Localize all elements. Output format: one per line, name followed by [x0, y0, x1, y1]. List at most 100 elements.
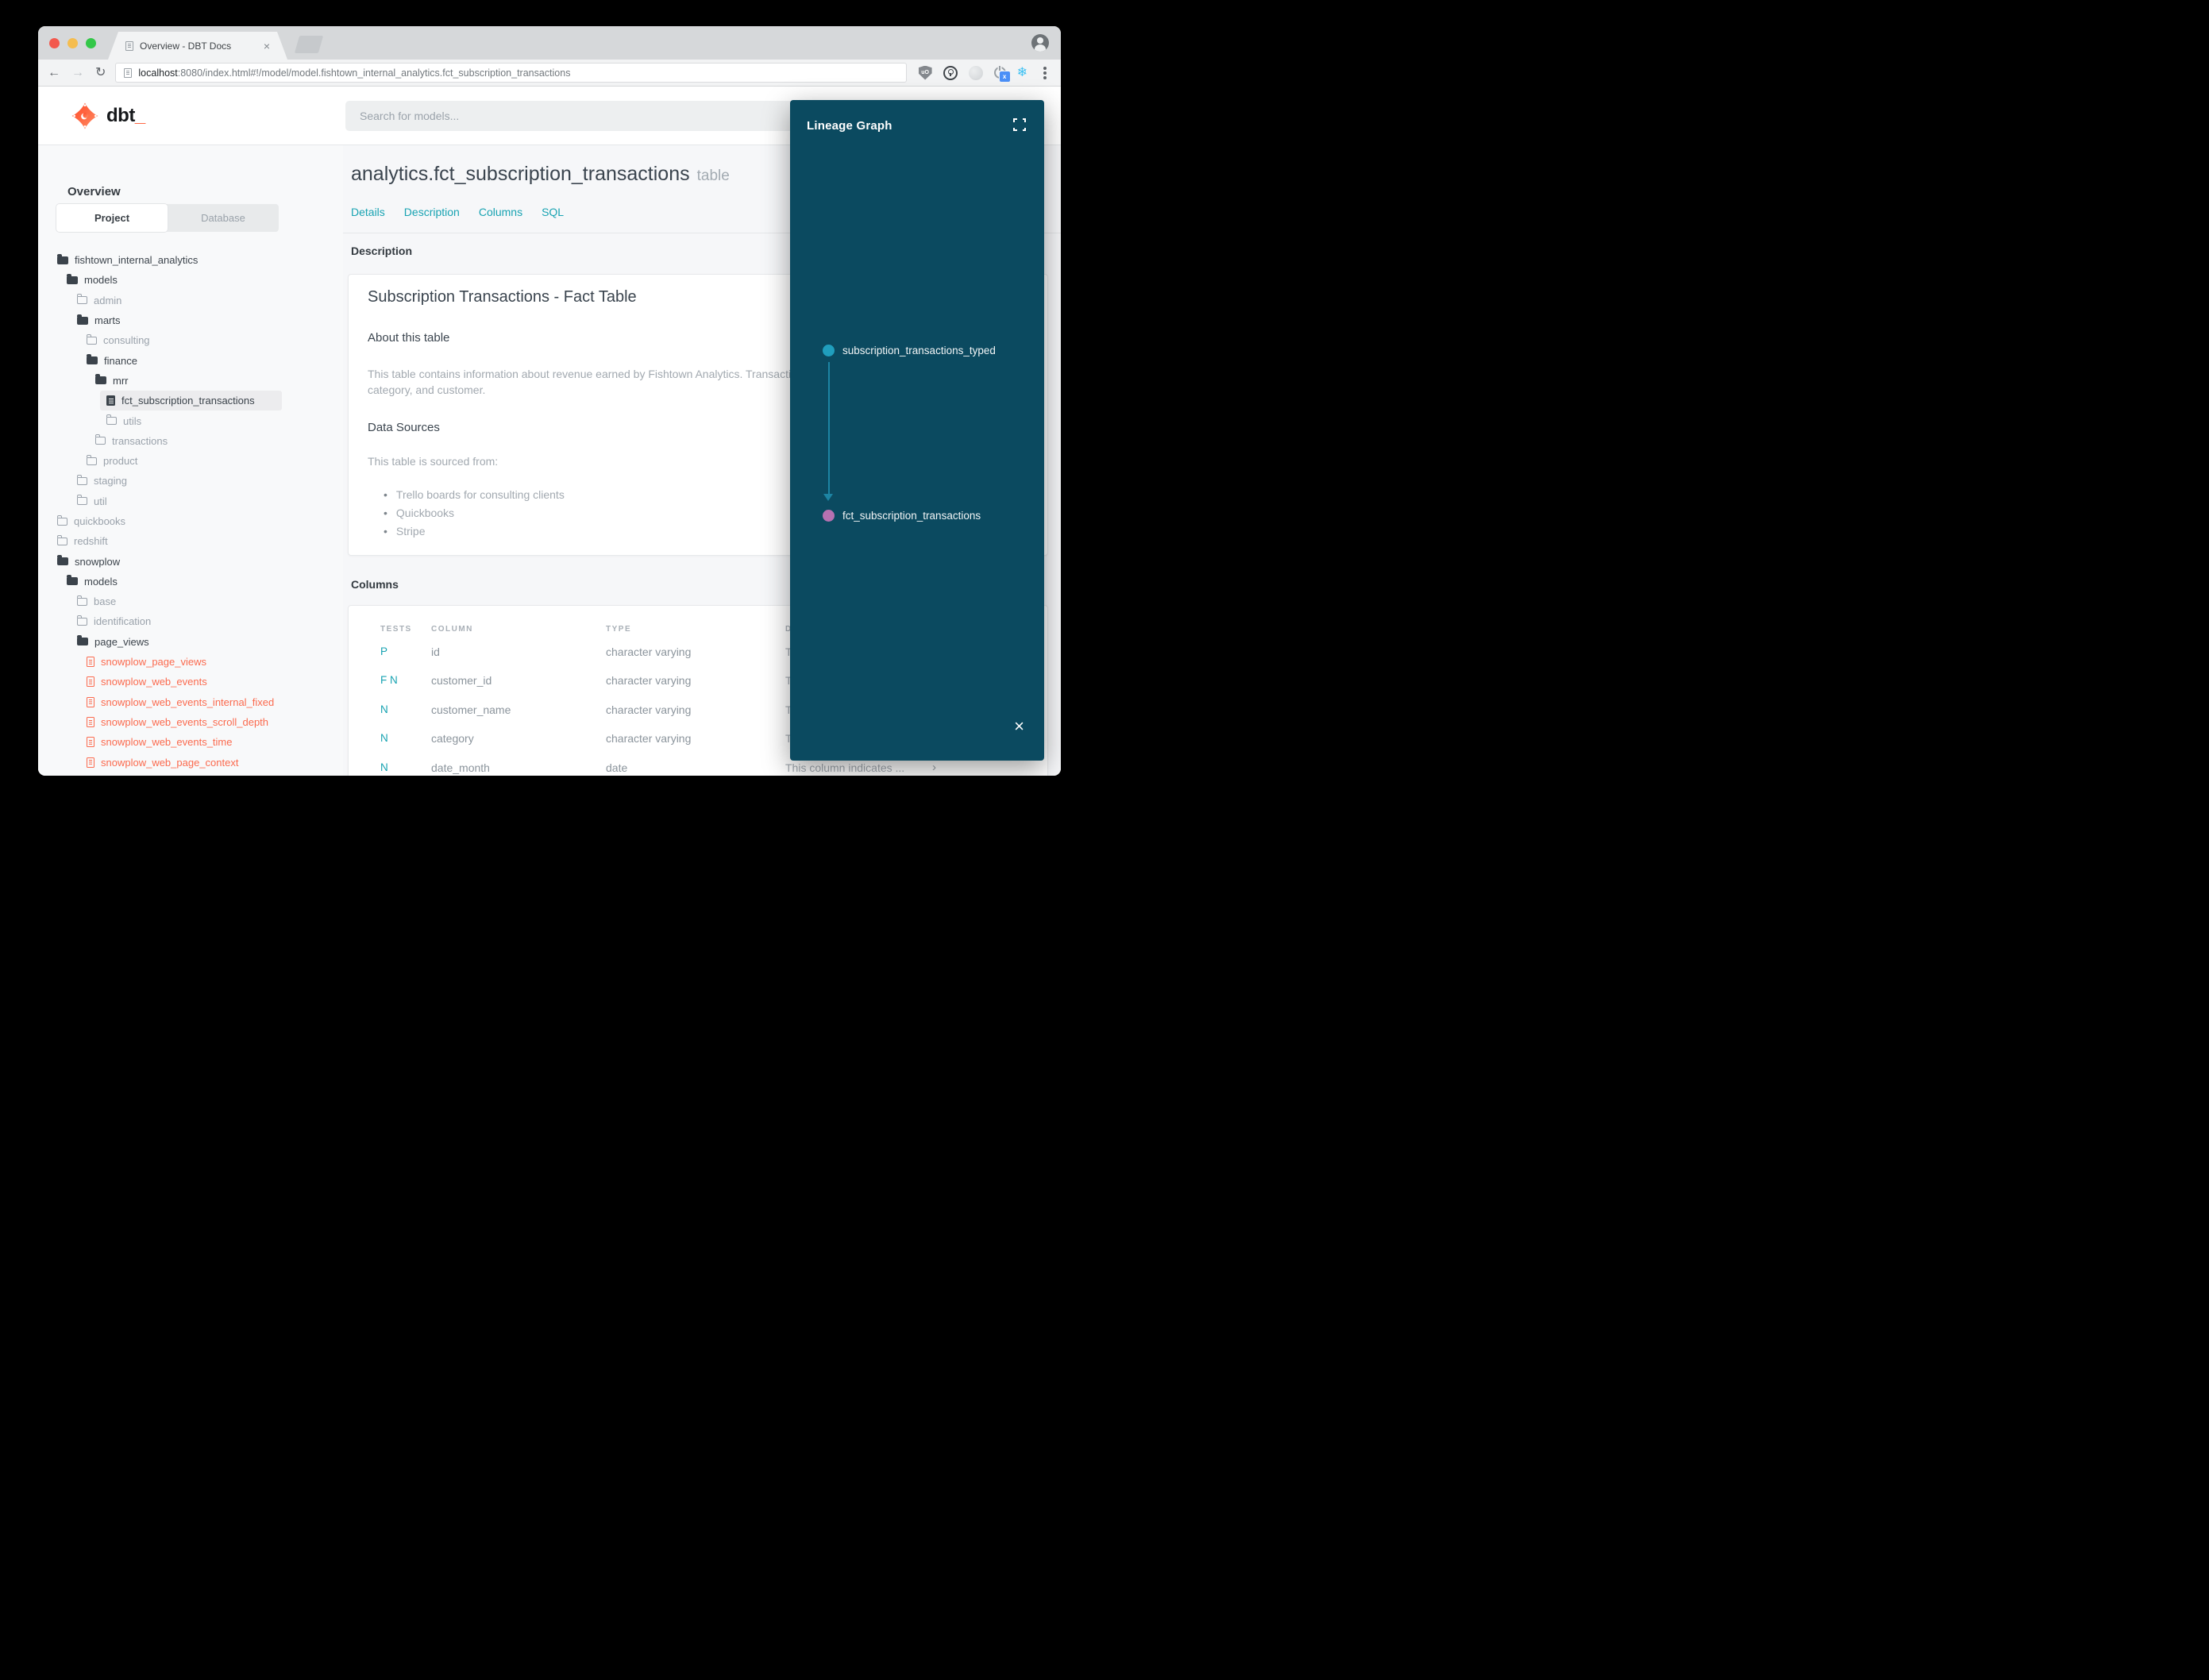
tree-item-snowplow-web-events-time[interactable]: snowplow_web_events_time	[38, 732, 343, 752]
tree-item-staging[interactable]: staging	[38, 471, 343, 491]
minimize-window-button[interactable]	[67, 38, 78, 48]
tree-item-snowplow-page-views[interactable]: snowplow_page_views	[38, 652, 343, 672]
lineage-node-target[interactable]: fct_subscription_transactions	[823, 510, 981, 522]
tree-item-models[interactable]: models	[38, 270, 343, 290]
sources-intro: This table is sourced from:	[368, 455, 499, 468]
tree-label: fct_subscription_transactions	[121, 395, 255, 407]
source-item: Trello boards for consulting clients	[384, 488, 565, 501]
tree-item-snowplow-web-events[interactable]: snowplow_web_events	[38, 672, 343, 692]
tree-item-base[interactable]: base	[38, 591, 343, 611]
folder-open-icon	[87, 354, 98, 365]
profile-avatar[interactable]	[1031, 34, 1049, 52]
folder-icon	[56, 514, 67, 526]
zoom-window-button[interactable]	[86, 38, 96, 48]
type-cell: character varying	[606, 674, 692, 687]
new-tab-button[interactable]	[294, 36, 324, 53]
model-file-icon	[87, 716, 94, 727]
chevron-right-icon[interactable]	[932, 760, 936, 776]
toggle-database-tab[interactable]: Database	[168, 204, 279, 232]
logo-underscore: _	[134, 105, 146, 126]
data-sources-heading: Data Sources	[368, 421, 440, 434]
url-path: :8080/index.html#!/model/model.fishtown_…	[177, 67, 571, 79]
browser-window: Overview - DBT Docs localhost:8080/index…	[38, 26, 1061, 776]
folder-open-icon	[57, 555, 68, 566]
folder-open-icon	[77, 314, 88, 325]
tree-label: snowplow_page_views	[101, 656, 206, 669]
tab-columns[interactable]: Columns	[479, 206, 522, 218]
tree-item-mrr[interactable]: mrr	[38, 371, 343, 391]
source-item: Quickbooks	[384, 507, 454, 519]
close-icon[interactable]	[1014, 718, 1024, 735]
folder-icon	[76, 595, 87, 606]
model-file-icon	[87, 737, 94, 748]
tree-item-snowplow[interactable]: snowplow	[38, 551, 343, 571]
tree-item-transactions[interactable]: transactions	[38, 431, 343, 451]
tree-item-snowplow-web-page-context[interactable]: snowplow_web_page_context	[38, 752, 343, 772]
column-cell: category	[431, 732, 474, 745]
tree-item-fct-subscription-transactions[interactable]: fct_subscription_transactions	[100, 391, 282, 411]
url-text: localhost:8080/index.html#!/model/model.…	[138, 67, 570, 79]
tests-cell: N	[380, 703, 388, 715]
tree-label: admin	[94, 294, 122, 306]
tree-item-identification[interactable]: identification	[38, 611, 343, 631]
back-button[interactable]	[48, 67, 60, 79]
tree-label: fishtown_internal_analytics	[75, 254, 199, 267]
lineage-node-source[interactable]: subscription_transactions_typed	[823, 345, 996, 356]
dbt-logo[interactable]: dbt _	[71, 102, 145, 129]
fullscreen-icon[interactable]	[1013, 118, 1026, 131]
tree-label: utils	[123, 414, 142, 427]
folder-open-icon	[57, 253, 68, 264]
model-name: analytics.fct_subscription_transactions	[351, 163, 690, 185]
model-tabs: Details Description Columns SQL	[351, 206, 564, 218]
toggle-project-tab[interactable]: Project	[56, 204, 168, 232]
table-row[interactable]: N date_month date This column indicates …	[349, 760, 1047, 776]
folder-open-icon	[67, 575, 78, 586]
browser-menu-icon[interactable]	[1043, 71, 1047, 75]
tab-description[interactable]: Description	[404, 206, 460, 218]
onepassword-extension-icon[interactable]	[943, 65, 958, 80]
type-cell: character varying	[606, 732, 692, 745]
reload-button[interactable]	[95, 67, 106, 79]
snowflake-extension-icon[interactable]	[1017, 67, 1027, 79]
tree-item-snowplow-web-events-internal-fixed[interactable]: snowplow_web_events_internal_fixed	[38, 692, 343, 712]
ublock-extension-icon[interactable]	[918, 65, 932, 80]
tree-item-product[interactable]: product	[38, 451, 343, 471]
tree-item-fishtown-internal-analytics[interactable]: fishtown_internal_analytics	[38, 250, 343, 270]
screenshot-canvas: Overview - DBT Docs localhost:8080/index…	[0, 0, 1104, 840]
folder-icon	[86, 333, 97, 345]
tree-item-utils[interactable]: utils	[38, 410, 343, 430]
folder-open-icon	[67, 273, 78, 284]
tree-item-marts[interactable]: marts	[38, 310, 343, 330]
power-extension-icon[interactable]	[993, 66, 1011, 83]
column-cell: customer_name	[431, 703, 511, 716]
tree-item-util[interactable]: util	[38, 491, 343, 511]
tree-item-page-views[interactable]: page_views	[38, 632, 343, 652]
sidebar-overview-heading[interactable]: Overview	[67, 185, 121, 198]
about-heading: About this table	[368, 331, 450, 345]
project-database-toggle: Project Database	[56, 204, 279, 232]
tree-label: models	[84, 575, 118, 588]
tree-item-quickbooks[interactable]: quickbooks	[38, 511, 343, 531]
tree-item-admin[interactable]: admin	[38, 291, 343, 310]
tree-label: identification	[94, 615, 152, 628]
tree-item-consulting[interactable]: consulting	[38, 330, 343, 350]
address-bar[interactable]: localhost:8080/index.html#!/model/model.…	[115, 63, 907, 83]
tab-details[interactable]: Details	[351, 206, 385, 218]
tree-label: marts	[94, 314, 121, 327]
tree-item-redshift[interactable]: redshift	[38, 531, 343, 551]
folder-icon	[106, 414, 117, 426]
tree-item-snowplow-models[interactable]: models	[38, 572, 343, 591]
tests-cell: P	[380, 645, 388, 657]
gray-circle-extension-icon[interactable]	[968, 65, 983, 80]
browser-tab[interactable]: Overview - DBT Docs	[108, 32, 287, 60]
tree-item-finance[interactable]: finance	[38, 350, 343, 370]
node-label: fct_subscription_transactions	[842, 510, 981, 522]
tree-label: snowplow_web_events_internal_fixed	[101, 696, 275, 708]
close-window-button[interactable]	[49, 38, 60, 48]
tree-item-snowplow-web-events-scroll-depth[interactable]: snowplow_web_events_scroll_depth	[38, 712, 343, 732]
tree-label: snowplow_web_events_time	[101, 736, 233, 749]
tab-sql[interactable]: SQL	[542, 206, 564, 218]
folder-icon	[86, 454, 97, 465]
project-tree: fishtown_internal_analytics models admin…	[38, 250, 343, 773]
tab-close-icon[interactable]	[264, 40, 270, 52]
